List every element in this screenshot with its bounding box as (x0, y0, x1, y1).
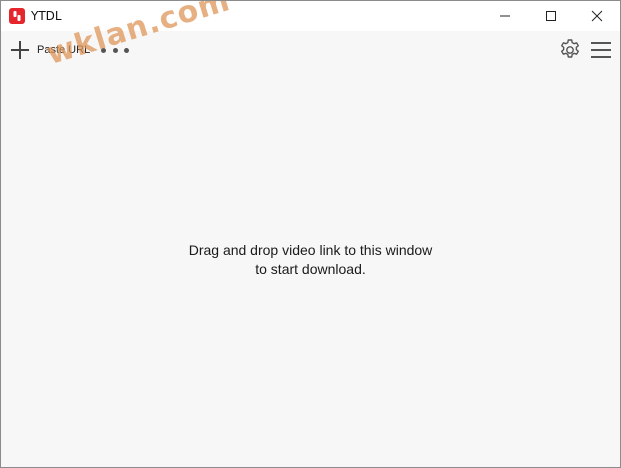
drop-instructions-line2: to start download. (255, 261, 366, 277)
drop-instructions-line1: Drag and drop video link to this window (188, 242, 433, 258)
maximize-icon (546, 11, 556, 21)
minimize-icon (500, 15, 510, 17)
drop-zone[interactable]: Drag and drop video link to this window … (1, 69, 620, 467)
main-menu-button[interactable] (589, 39, 613, 61)
maximize-button[interactable] (528, 1, 574, 31)
hamburger-menu-icon (591, 42, 611, 58)
drop-instructions: Drag and drop video link to this window … (1, 241, 620, 279)
settings-button[interactable] (558, 38, 582, 62)
window-title: YTDL (31, 9, 62, 23)
gear-icon (561, 39, 579, 58)
close-icon (591, 10, 603, 22)
plus-icon (11, 41, 29, 59)
ytdl-logo-icon (9, 8, 25, 24)
app-window: YTDL Paste URL Drag and drop video link … (0, 0, 621, 468)
minimize-button[interactable] (482, 1, 528, 31)
close-button[interactable] (574, 1, 620, 31)
